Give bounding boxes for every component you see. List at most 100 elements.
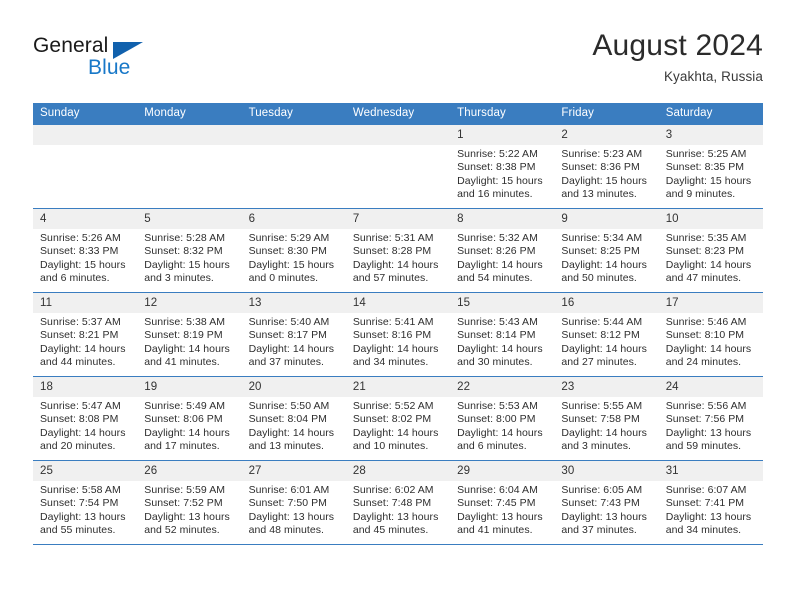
brand-logo[interactable]: General Blue bbox=[33, 34, 263, 90]
day-sun-info: Sunrise: 5:46 AM Sunset: 8:10 PM Daylight:… bbox=[659, 313, 763, 369]
calendar-day-cell[interactable]: 17 Sunrise: 5:46 AM Sunset: 8:10 PM Dayligh… bbox=[658, 292, 763, 377]
day-sun-info: Sunrise: 5:37 AM Sunset: 8:21 PM Daylight:… bbox=[33, 313, 137, 369]
day-sun-info: Sunrise: 6:07 AM Sunset: 7:41 PM Daylight:… bbox=[659, 481, 763, 537]
daylight-text: Daylight: 14 hours and 47 minutes. bbox=[665, 258, 752, 284]
day-sun-info: Sunrise: 5:44 AM Sunset: 8:12 PM Daylight:… bbox=[554, 313, 658, 369]
sunset-text: Sunset: 7:50 PM bbox=[248, 497, 327, 510]
calendar-day-cell[interactable]: 1 Sunrise: 5:22 AM Sunset: 8:38 PM Daylight… bbox=[450, 124, 555, 209]
calendar-day-cell[interactable]: 20 Sunrise: 5:50 AM Sunset: 8:04 PM Dayligh… bbox=[241, 376, 346, 461]
title-block: August 2024 Kyakhta, Russia bbox=[592, 28, 763, 87]
calendar-day-cell[interactable]: 6 Sunrise: 5:29 AM Sunset: 8:30 PM Daylight… bbox=[241, 208, 346, 293]
daylight-text: Daylight: 14 hours and 57 minutes. bbox=[352, 258, 439, 284]
sunset-text: Sunset: 7:54 PM bbox=[40, 497, 119, 510]
daylight-text: Daylight: 14 hours and 50 minutes. bbox=[561, 258, 647, 284]
day-number: 4 bbox=[33, 209, 138, 229]
sunrise-text: Sunrise: 6:07 AM bbox=[665, 484, 747, 496]
sunrise-text: Sunrise: 5:38 AM bbox=[144, 316, 226, 328]
sunset-text: Sunset: 8:33 PM bbox=[40, 245, 119, 258]
day-number: 7 bbox=[345, 209, 451, 229]
day-number: 29 bbox=[450, 461, 555, 481]
sunrise-text: Sunrise: 5:47 AM bbox=[40, 400, 121, 412]
day-sun-info: Sunrise: 5:22 AM Sunset: 8:38 PM Daylight:… bbox=[450, 145, 554, 201]
day-sun-info: Sunrise: 5:29 AM Sunset: 8:30 PM Daylight:… bbox=[242, 229, 346, 285]
day-sun-info: Sunrise: 6:05 AM Sunset: 7:43 PM Daylight:… bbox=[554, 481, 658, 537]
sunrise-text: Sunrise: 5:59 AM bbox=[144, 484, 226, 496]
calendar-day-cell[interactable]: 26 Sunrise: 5:59 AM Sunset: 7:52 PM Dayligh… bbox=[137, 460, 242, 545]
sunset-text: Sunset: 8:28 PM bbox=[352, 245, 432, 258]
day-sun-info: Sunrise: 5:49 AM Sunset: 8:06 PM Daylight:… bbox=[137, 397, 241, 453]
daylight-text: Daylight: 14 hours and 27 minutes. bbox=[561, 342, 647, 368]
calendar-day-cell[interactable]: 24 Sunrise: 5:56 AM Sunset: 7:56 PM Dayligh… bbox=[658, 376, 763, 461]
page-subtitle: Kyakhta, Russia bbox=[663, 69, 763, 84]
daylight-text: Daylight: 14 hours and 54 minutes. bbox=[457, 258, 543, 284]
daylight-text: Daylight: 14 hours and 34 minutes. bbox=[352, 342, 439, 368]
sunrise-text: Sunrise: 5:52 AM bbox=[352, 400, 434, 412]
day-number: 18 bbox=[33, 377, 138, 397]
calendar-day-cell[interactable]: 16 Sunrise: 5:44 AM Sunset: 8:12 PM Dayligh… bbox=[554, 292, 659, 377]
sunset-text: Sunset: 7:41 PM bbox=[665, 497, 745, 510]
calendar-day-cell[interactable]: 14 Sunrise: 5:41 AM Sunset: 8:16 PM Dayligh… bbox=[345, 292, 451, 377]
calendar-day-cell[interactable]: 11 Sunrise: 5:37 AM Sunset: 8:21 PM Dayligh… bbox=[33, 292, 138, 377]
calendar-day-cell[interactable]: 29 Sunrise: 6:04 AM Sunset: 7:45 PM Dayligh… bbox=[450, 460, 555, 545]
calendar-day-cell-empty bbox=[33, 124, 138, 209]
day-sun-info: Sunrise: 6:02 AM Sunset: 7:48 PM Daylight:… bbox=[346, 481, 450, 537]
calendar-day-cell[interactable]: 5 Sunrise: 5:28 AM Sunset: 8:32 PM Daylight… bbox=[137, 208, 242, 293]
sunset-text: Sunset: 8:02 PM bbox=[352, 413, 432, 426]
daylight-text: Daylight: 13 hours and 55 minutes. bbox=[40, 510, 126, 536]
day-number: 11 bbox=[33, 293, 138, 313]
calendar-day-cell[interactable]: 3 Sunrise: 5:25 AM Sunset: 8:35 PM Daylight… bbox=[658, 124, 763, 209]
day-number: 5 bbox=[137, 209, 242, 229]
calendar-day-cell[interactable]: 21 Sunrise: 5:52 AM Sunset: 8:02 PM Dayligh… bbox=[345, 376, 451, 461]
brand-name-blue: Blue bbox=[88, 56, 131, 79]
day-sun-info: Sunrise: 5:53 AM Sunset: 8:00 PM Daylight:… bbox=[450, 397, 554, 453]
day-number: 27 bbox=[241, 461, 346, 481]
calendar-day-cell[interactable]: 18 Sunrise: 5:47 AM Sunset: 8:08 PM Dayligh… bbox=[33, 376, 138, 461]
day-number: 20 bbox=[241, 377, 346, 397]
day-sun-info: Sunrise: 5:47 AM Sunset: 8:08 PM Daylight:… bbox=[33, 397, 137, 453]
weekday-header-friday: Friday bbox=[554, 103, 659, 125]
calendar-day-cell[interactable]: 25 Sunrise: 5:58 AM Sunset: 7:54 PM Dayligh… bbox=[33, 460, 138, 545]
sunrise-text: Sunrise: 5:58 AM bbox=[40, 484, 121, 496]
sunrise-text: Sunrise: 5:50 AM bbox=[248, 400, 330, 412]
day-number: 6 bbox=[241, 209, 346, 229]
day-number: 21 bbox=[345, 377, 451, 397]
day-number: 28 bbox=[345, 461, 451, 481]
calendar-day-cell[interactable]: 19 Sunrise: 5:49 AM Sunset: 8:06 PM Dayligh… bbox=[137, 376, 242, 461]
calendar-day-cell[interactable]: 22 Sunrise: 5:53 AM Sunset: 8:00 PM Dayligh… bbox=[450, 376, 555, 461]
calendar-week-row: 1 Sunrise: 5:22 AM Sunset: 8:38 PM Daylight… bbox=[33, 124, 763, 209]
day-sun-info: Sunrise: 6:01 AM Sunset: 7:50 PM Daylight:… bbox=[242, 481, 346, 537]
day-number: 13 bbox=[241, 293, 346, 313]
sunrise-text: Sunrise: 5:22 AM bbox=[457, 148, 538, 160]
calendar-day-cell[interactable]: 23 Sunrise: 5:55 AM Sunset: 7:58 PM Dayligh… bbox=[554, 376, 659, 461]
daylight-text: Daylight: 14 hours and 24 minutes. bbox=[665, 342, 752, 368]
sunset-text: Sunset: 8:14 PM bbox=[457, 329, 536, 342]
calendar-week-row: 4 Sunrise: 5:26 AM Sunset: 8:33 PM Daylight… bbox=[33, 208, 763, 293]
sunset-text: Sunset: 8:26 PM bbox=[457, 245, 536, 258]
day-number: 22 bbox=[450, 377, 555, 397]
calendar-day-cell[interactable]: 9 Sunrise: 5:34 AM Sunset: 8:25 PM Daylight… bbox=[554, 208, 659, 293]
sunrise-text: Sunrise: 5:43 AM bbox=[457, 316, 538, 328]
sunset-text: Sunset: 7:56 PM bbox=[665, 413, 745, 426]
calendar-day-cell[interactable]: 10 Sunrise: 5:35 AM Sunset: 8:23 PM Dayligh… bbox=[658, 208, 763, 293]
calendar-day-cell[interactable]: 8 Sunrise: 5:32 AM Sunset: 8:26 PM Daylight… bbox=[450, 208, 555, 293]
calendar-day-cell[interactable]: 30 Sunrise: 6:05 AM Sunset: 7:43 PM Dayligh… bbox=[554, 460, 659, 545]
daylight-text: Daylight: 15 hours and 0 minutes. bbox=[248, 258, 335, 284]
calendar-day-cell[interactable]: 28 Sunrise: 6:02 AM Sunset: 7:48 PM Dayligh… bbox=[345, 460, 451, 545]
daylight-text: Daylight: 13 hours and 52 minutes. bbox=[144, 510, 230, 536]
calendar-day-cell[interactable]: 7 Sunrise: 5:31 AM Sunset: 8:28 PM Daylight… bbox=[345, 208, 451, 293]
calendar-day-cell[interactable]: 2 Sunrise: 5:23 AM Sunset: 8:36 PM Daylight… bbox=[554, 124, 659, 209]
calendar-day-cell[interactable]: 13 Sunrise: 5:40 AM Sunset: 8:17 PM Dayligh… bbox=[241, 292, 346, 377]
sunrise-text: Sunrise: 5:37 AM bbox=[40, 316, 121, 328]
day-number: 8 bbox=[450, 209, 555, 229]
sunrise-text: Sunrise: 5:44 AM bbox=[561, 316, 643, 328]
sunset-text: Sunset: 8:30 PM bbox=[248, 245, 327, 258]
calendar-day-cell[interactable]: 12 Sunrise: 5:38 AM Sunset: 8:19 PM Dayligh… bbox=[137, 292, 242, 377]
calendar-day-cell[interactable]: 4 Sunrise: 5:26 AM Sunset: 8:33 PM Daylight… bbox=[33, 208, 138, 293]
sunrise-text: Sunrise: 5:49 AM bbox=[144, 400, 226, 412]
calendar-day-cell[interactable]: 27 Sunrise: 6:01 AM Sunset: 7:50 PM Dayligh… bbox=[241, 460, 346, 545]
weekday-header-thursday: Thursday bbox=[450, 103, 555, 125]
calendar-day-cell[interactable]: 15 Sunrise: 5:43 AM Sunset: 8:14 PM Dayligh… bbox=[450, 292, 555, 377]
sunset-text: Sunset: 8:12 PM bbox=[561, 329, 640, 342]
weekday-header-wednesday: Wednesday bbox=[345, 103, 451, 125]
calendar-day-cell[interactable]: 31 Sunrise: 6:07 AM Sunset: 7:41 PM Dayligh… bbox=[658, 460, 763, 545]
